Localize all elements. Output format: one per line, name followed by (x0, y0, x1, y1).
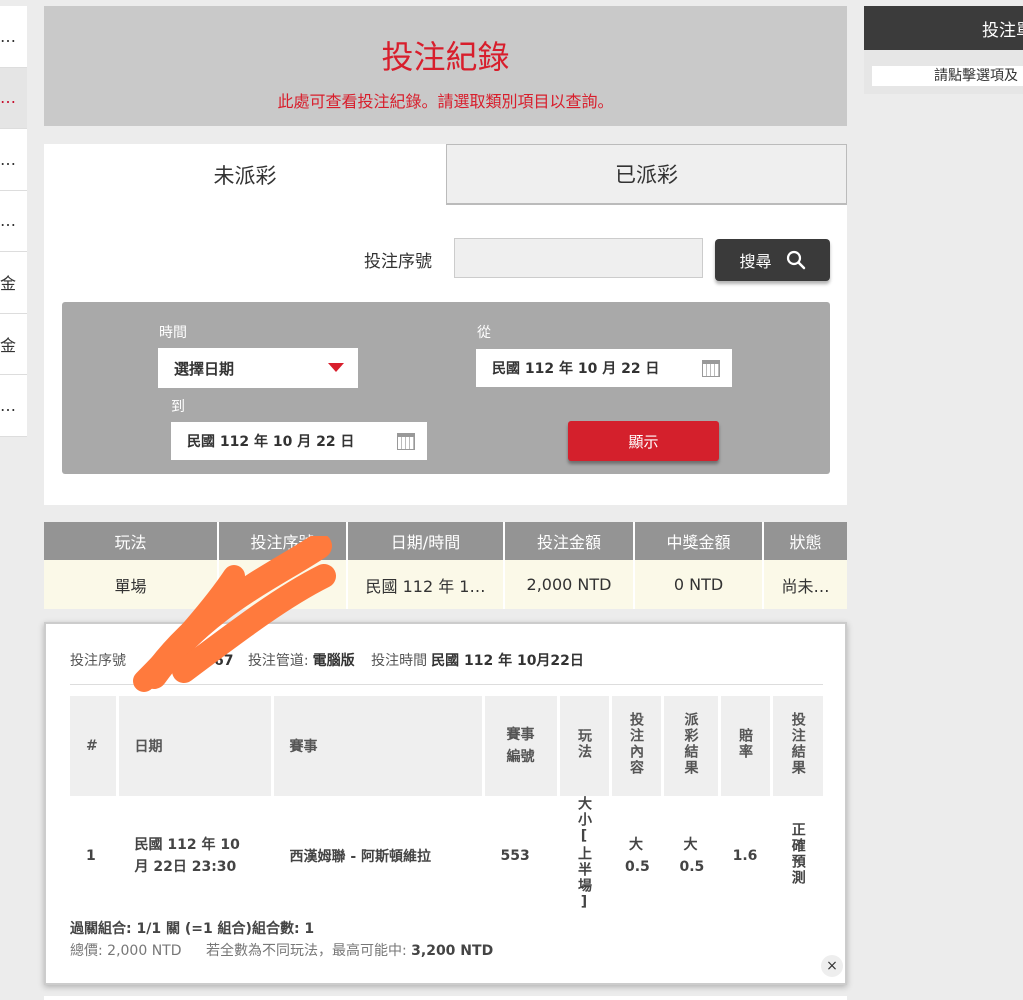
max-win-value: 3,200 NTD (411, 943, 494, 959)
detail-serial-value: 67 (214, 653, 234, 669)
show-button[interactable]: 顯示 (568, 421, 719, 461)
col-payout-result: 派彩結果 (662, 696, 721, 796)
col-index: # (70, 696, 119, 796)
close-button[interactable]: × (821, 955, 843, 977)
col-datetime: 日期/時間 (347, 522, 505, 560)
menu-item-4[interactable]: … (0, 191, 27, 252)
from-date-field[interactable]: 民國 112 年 10 月 22 日 (476, 349, 732, 387)
page-header: 投注紀錄 此處可查看投注紀錄。請選取類別項目以查詢。 (44, 6, 847, 126)
search-card: 未派彩 已派彩 投注序號 搜尋 時間 選擇日期 從 民國 112 年 10 月 … (44, 144, 847, 505)
col-odds: 賠率 (719, 696, 773, 796)
col-date: 日期 (117, 696, 274, 796)
page-subtitle: 此處可查看投注紀錄。請選取類別項目以查詢。 (277, 92, 614, 111)
bet-info-line: 投注序號 67 投注管道: 電腦版 投注時間 民國 112 年 10月22日 (70, 650, 584, 670)
total-value: 2,000 NTD (107, 943, 182, 959)
col-play: 玩法 (558, 696, 612, 796)
next-panel-edge (44, 996, 847, 1000)
search-icon (786, 250, 805, 270)
cell-result: 正確預測 (789, 822, 806, 886)
col-stake: 投注金額 (504, 522, 635, 560)
cell-play: 大小[上半場] (558, 796, 612, 916)
detail-channel-value: 電腦版 (312, 653, 355, 669)
cell-index: 1 (70, 796, 119, 916)
menu-item-7[interactable]: … (0, 375, 27, 437)
cell-status: 尚未… (763, 560, 847, 609)
serial-input[interactable] (454, 238, 703, 278)
cell-date: 民國 112 年 10月 22日 23:30 (117, 796, 274, 916)
total-summary: 總價: 2,000 NTD 若全數為不同玩法，最高可能中: 3,200 NTD (70, 940, 493, 960)
cell-datetime: 民國 112 年 1… (347, 560, 505, 609)
col-selection: 投注內容 (610, 696, 664, 796)
time-select[interactable]: 選擇日期 (158, 348, 358, 388)
detail-time-value: 民國 112 年 10月22日 (431, 653, 584, 669)
bet-slip-header: 投注單 (864, 6, 1023, 50)
col-match: 賽事 (272, 696, 485, 796)
table-row: 1 民國 112 年 10月 22日 23:30 西漢姆聯 - 阿斯頓維拉 55… (70, 796, 823, 916)
col-match-no: 賽事編號 (483, 696, 560, 796)
table-row[interactable]: 單場 民國 112 年 1… 2,000 NTD 0 NTD 尚未… (44, 560, 847, 609)
tab-settled[interactable]: 已派彩 (446, 144, 847, 205)
from-label: 從 (477, 325, 491, 341)
bet-detail-panel: 投注序號 67 投注管道: 電腦版 投注時間 民國 112 年 10月22日 # 日期… (44, 622, 847, 985)
cell-match-no: 553 (483, 796, 560, 916)
bet-slip-hint: 請點擊選項及 (872, 66, 1023, 86)
calendar-icon[interactable] (397, 433, 415, 450)
bet-detail-table: # 日期 賽事 賽事編號 玩法 投注內容 派彩結果 賠率 投注結果 1 民國 1… (70, 696, 823, 916)
cell-payout-result: 大 0.5 (662, 796, 721, 916)
to-date-field[interactable]: 民國 112 年 10 月 22 日 (171, 422, 427, 460)
tab-unsettled[interactable]: 未派彩 (44, 144, 446, 205)
menu-item-2[interactable]: … (0, 67, 27, 129)
cell-match: 西漢姆聯 - 阿斯頓維拉 (272, 796, 485, 916)
search-button[interactable]: 搜尋 (715, 239, 830, 281)
page-title: 投注紀錄 (381, 38, 510, 76)
to-date-value: 民國 112 年 10 月 22 日 (187, 434, 355, 450)
menu-item-6[interactable]: 金 (0, 314, 27, 375)
detail-channel-label: 投注管道: (247, 653, 309, 669)
menu-item-1[interactable]: … (0, 6, 27, 68)
menu-item-3[interactable]: … (0, 129, 27, 191)
col-result: 投注結果 (771, 696, 823, 796)
results-table: 玩法 投注序號 日期/時間 投注金額 中獎金額 狀態 單場 民國 112 年 1… (44, 522, 847, 609)
col-winnings: 中獎金額 (634, 522, 764, 560)
bet-slip-body: 請點擊選項及 (864, 50, 1023, 94)
menu-item-5[interactable]: 金 (0, 252, 27, 314)
detail-header-row: # 日期 賽事 賽事編號 玩法 投注內容 派彩結果 賠率 投注結果 (70, 696, 823, 796)
detail-time-label: 投注時間 (371, 653, 428, 669)
serial-label: 投注序號 (364, 252, 432, 272)
to-label: 到 (171, 399, 185, 415)
search-button-label: 搜尋 (739, 252, 772, 271)
from-date-value: 民國 112 年 10 月 22 日 (492, 361, 660, 377)
cell-odds: 1.6 (719, 796, 773, 916)
col-status: 狀態 (763, 522, 847, 560)
col-bet-type: 玩法 (44, 522, 219, 560)
cell-serial (218, 560, 348, 609)
combo-summary: 過關組合: 1/1 關 (=1 組合)組合數: 1 (70, 921, 315, 937)
cell-selection: 大 0.5 (610, 796, 664, 916)
left-menu: … … … … 金 金 … (0, 6, 27, 437)
filter-panel: 時間 選擇日期 從 民國 112 年 10 月 22 日 到 民國 112 年 … (62, 302, 830, 474)
time-label: 時間 (159, 325, 187, 341)
max-win-label: 若全數為不同玩法，最高可能中: (205, 943, 407, 959)
divider (70, 684, 823, 685)
detail-serial-label: 投注序號 (70, 653, 126, 669)
total-label: 總價: (70, 943, 103, 959)
calendar-icon[interactable] (702, 360, 720, 377)
cell-bet-type: 單場 (44, 560, 219, 609)
results-header-row: 玩法 投注序號 日期/時間 投注金額 中獎金額 狀態 (44, 522, 847, 560)
time-select-value: 選擇日期 (174, 359, 235, 378)
cell-stake: 2,000 NTD (504, 560, 635, 609)
dropdown-arrow-icon (328, 363, 344, 372)
cell-winnings: 0 NTD (634, 560, 764, 609)
col-serial: 投注序號 (218, 522, 348, 560)
